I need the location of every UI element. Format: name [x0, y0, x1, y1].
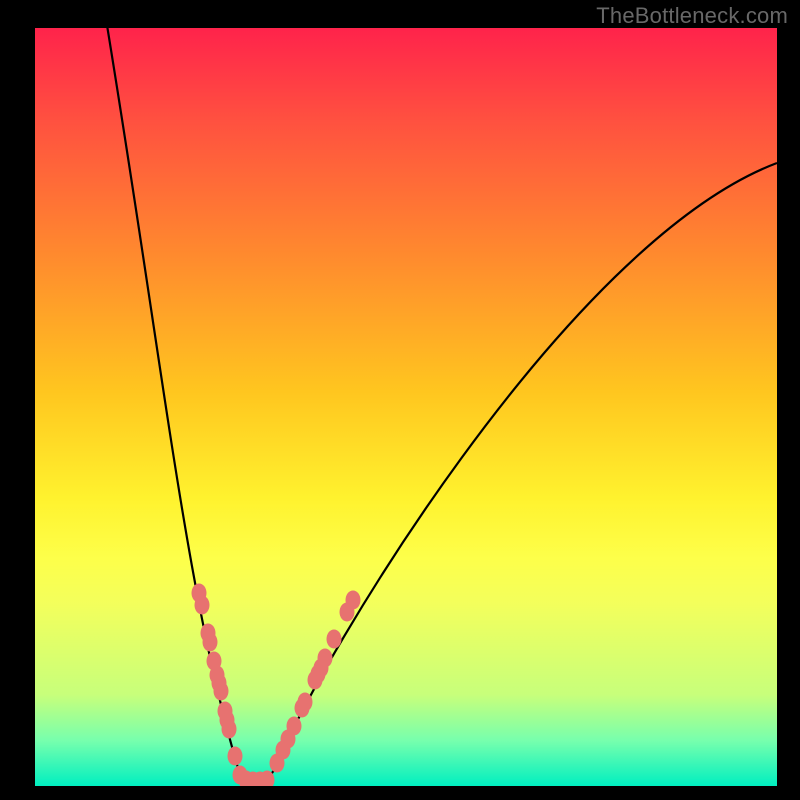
data-point: [327, 630, 342, 649]
plot-area: [35, 28, 777, 786]
data-point: [346, 591, 361, 610]
data-point: [214, 682, 229, 701]
data-point: [228, 747, 243, 766]
bottleneck-curve-svg: [35, 28, 777, 786]
data-point: [287, 717, 302, 736]
data-point: [318, 649, 333, 668]
chart-frame: TheBottleneck.com: [0, 0, 800, 800]
data-point: [298, 693, 313, 712]
data-point: [222, 720, 237, 739]
bottleneck-curve: [105, 28, 777, 783]
watermark-label: TheBottleneck.com: [596, 3, 788, 29]
data-point: [203, 633, 218, 652]
data-point-group: [192, 584, 361, 787]
data-point: [195, 596, 210, 615]
